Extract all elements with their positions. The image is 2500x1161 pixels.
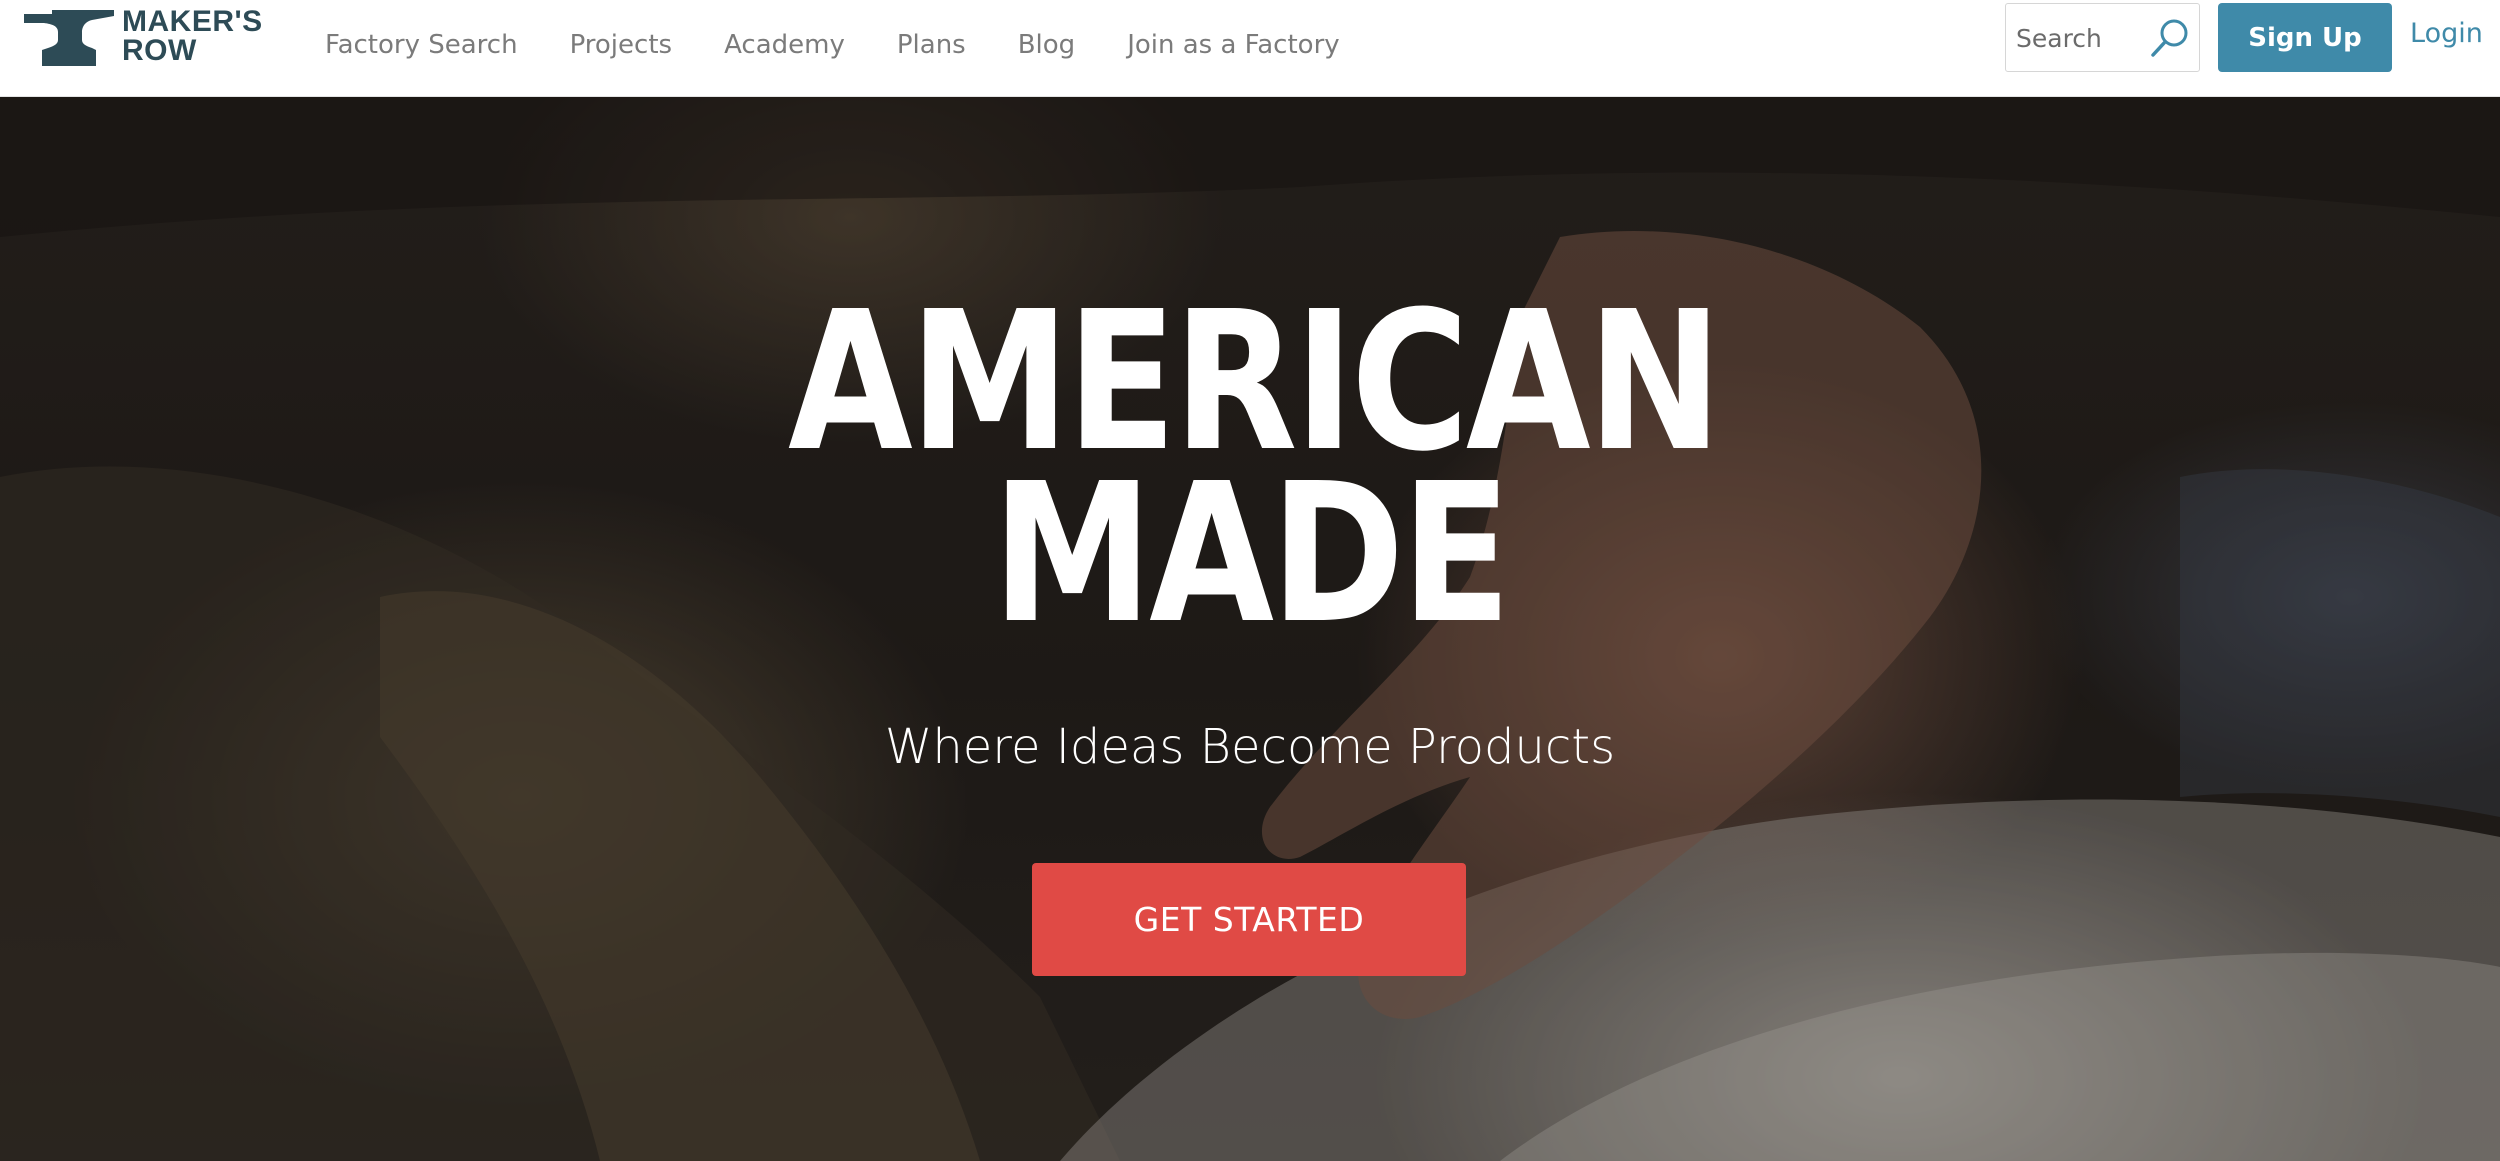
- nav-item-academy[interactable]: Academy: [724, 30, 845, 60]
- hero-section: AMERICAN MADE Where Ideas Become Product…: [0, 97, 2500, 1161]
- hero-title: AMERICAN MADE: [788, 287, 1722, 666]
- logo-wordmark-line1: MAKER'S: [122, 5, 263, 38]
- search-icon[interactable]: [2148, 16, 2192, 60]
- nav-item-blog[interactable]: Blog: [1018, 30, 1075, 60]
- login-link[interactable]: Login: [2410, 18, 2483, 49]
- nav-item-plans[interactable]: Plans: [897, 30, 966, 60]
- anvil-icon: [24, 10, 114, 66]
- search-box: [2005, 3, 2200, 72]
- logo-wordmark-line2: ROW: [122, 34, 197, 67]
- nav-item-factory-search[interactable]: Factory Search: [325, 30, 518, 60]
- search-input[interactable]: [2014, 14, 2144, 62]
- sign-up-button[interactable]: Sign Up: [2218, 3, 2392, 72]
- get-started-button[interactable]: GET STARTED: [1032, 863, 1466, 976]
- hero-subtitle: Where Ideas Become Products: [884, 719, 1616, 775]
- site-header: MAKER'S ROW Factory Search Projects Acad…: [0, 0, 2500, 97]
- logo-wordmark: MAKER'S ROW: [122, 5, 263, 67]
- hero-title-line2: MADE: [992, 443, 1511, 666]
- makers-row-logo[interactable]: MAKER'S ROW: [22, 6, 284, 68]
- main-nav: Factory Search Projects Academy Plans Bl…: [325, 0, 1392, 90]
- nav-item-join-as-factory[interactable]: Join as a Factory: [1127, 30, 1339, 60]
- nav-item-projects[interactable]: Projects: [570, 30, 673, 60]
